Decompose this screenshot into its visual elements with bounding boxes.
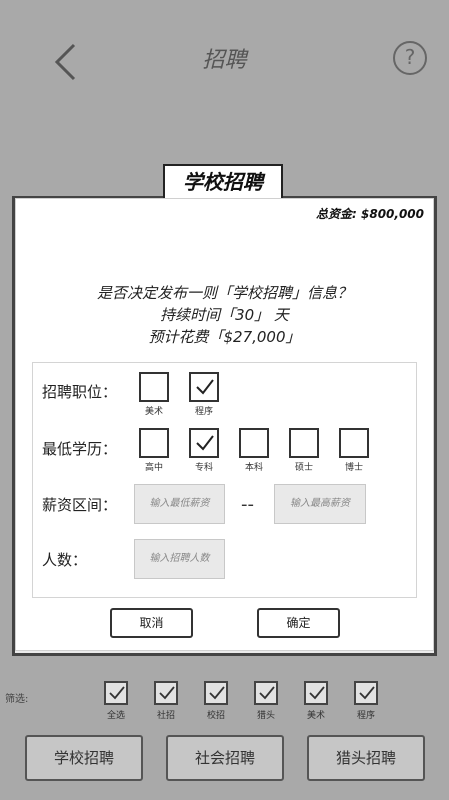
check-icon [159,686,175,700]
tab-social-recruit[interactable]: 社会招聘 [166,735,284,781]
duration-text: 持续时间「30」 天 [160,306,289,324]
filter-campus-label: 校招 [206,711,225,721]
filter-program-label: 程序 [356,711,375,721]
headcount-label: 人数： [42,551,88,569]
edu-phd-label: 博士 [344,463,363,473]
salary-separator: -- [241,494,254,515]
filter-headhunter-checkbox[interactable] [254,681,278,705]
total-funds: 总资金: $800,000 [316,207,424,221]
headcount-input[interactable]: 输入招聘人数 [134,539,225,579]
edu-phd-checkbox[interactable] [339,428,369,458]
edu-master-label: 硕士 [294,463,313,473]
page-title: 招聘 [202,48,247,73]
position-art-checkbox[interactable] [139,372,169,402]
cancel-button[interactable]: 取消 [110,608,193,638]
position-label: 招聘职位： [42,383,118,401]
filter-label: 筛选: [5,694,29,705]
position-program-label: 程序 [194,407,213,417]
filter-art-label: 美术 [306,711,325,721]
confirm-button[interactable]: 确定 [257,608,340,638]
edu-master-checkbox[interactable] [289,428,319,458]
filter-all-label: 全选 [106,711,125,721]
cost-text: 预计花费「$27,000」 [148,328,301,346]
edu-bachelor-label: 本科 [244,463,263,473]
edu-highschool-label: 高中 [144,463,163,473]
salary-label: 薪资区间： [42,496,118,514]
position-program-checkbox[interactable] [189,372,219,402]
filter-social-checkbox[interactable] [154,681,178,705]
check-icon [359,686,375,700]
check-icon [259,686,275,700]
check-icon [196,435,214,451]
help-icon[interactable]: ? [393,41,427,75]
filter-campus-checkbox[interactable] [204,681,228,705]
filter-social-label: 社招 [156,711,175,721]
check-icon [209,686,225,700]
edu-bachelor-checkbox[interactable] [239,428,269,458]
filter-art-checkbox[interactable] [304,681,328,705]
edu-college-label: 专科 [194,463,213,473]
confirm-question: 是否决定发布一则「学校招聘」信息？ [96,284,352,302]
position-art-label: 美术 [144,407,163,417]
tab-campus-recruit[interactable]: 学校招聘 [25,735,143,781]
tab-headhunter-recruit[interactable]: 猎头招聘 [307,735,425,781]
check-icon [109,686,125,700]
min-salary-input[interactable]: 输入最低薪资 [134,484,225,524]
check-icon [196,379,214,395]
education-label: 最低学历： [42,440,118,458]
dialog-title: 学校招聘 [163,164,283,198]
filter-headhunter-label: 猎头 [256,711,275,721]
max-salary-input[interactable]: 输入最高薪资 [274,484,366,524]
edu-college-checkbox[interactable] [189,428,219,458]
edu-highschool-checkbox[interactable] [139,428,169,458]
check-icon [309,686,325,700]
filter-all-checkbox[interactable] [104,681,128,705]
filter-program-checkbox[interactable] [354,681,378,705]
